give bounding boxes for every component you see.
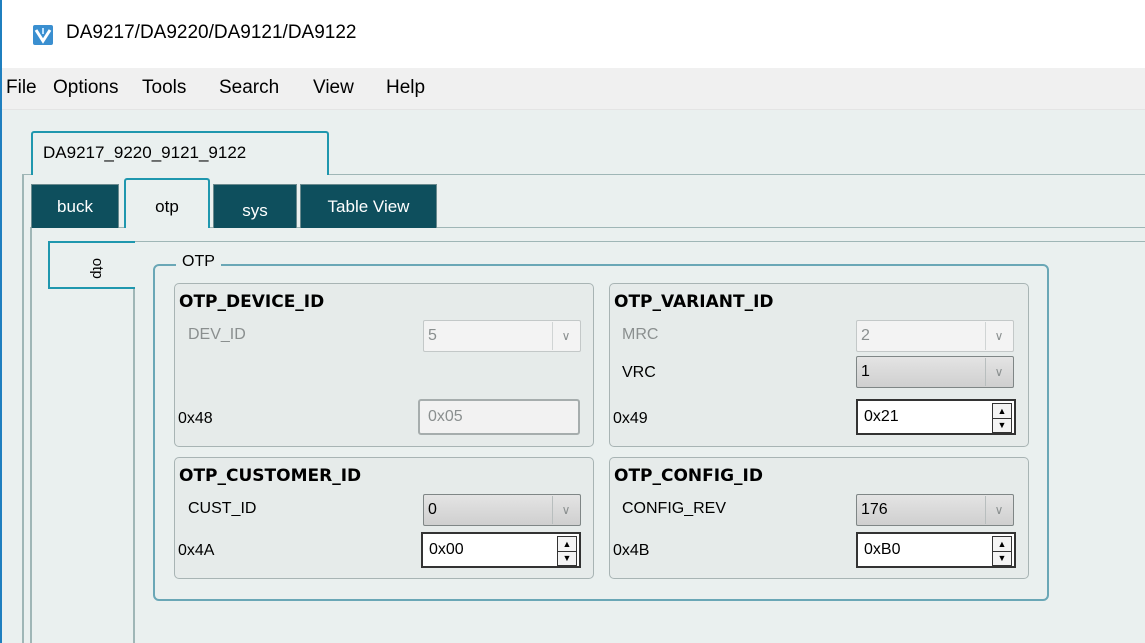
cust-id-value: 0 [428,501,437,518]
side-tab-otp[interactable]: otp [48,241,135,289]
customer-id-title: OTP_CUSTOMER_ID [179,466,362,486]
app-logo-icon [32,24,54,46]
tab-sys[interactable]: sys [213,184,297,228]
chevron-down-icon: ∨ [552,496,579,524]
device-id-hex-field: 0x05 [418,399,580,435]
variant-id-address: 0x49 [613,410,648,427]
menu-view[interactable]: View [313,77,354,99]
config-id-hex-value: 0xB0 [864,541,901,558]
spinner-buttons: ▲ ▼ [992,403,1012,433]
config-id-hex-spinner[interactable]: 0xB0 ▲ ▼ [856,532,1016,568]
config-rev-combo[interactable]: 176 ∨ [856,494,1014,526]
customer-id-hex-value: 0x00 [429,541,464,558]
variant-id-title: OTP_VARIANT_ID [614,292,774,312]
spin-up-icon[interactable]: ▲ [993,537,1011,552]
dev-id-label: DEV_ID [188,326,246,343]
config-rev-label: CONFIG_REV [622,500,727,517]
cust-id-combo[interactable]: 0 ∨ [423,494,581,526]
dev-id-combo[interactable]: 5 ∨ [423,320,581,352]
menu-options[interactable]: Options [53,77,118,99]
config-id-title: OTP_CONFIG_ID [614,466,763,486]
side-panel-divider [133,289,135,643]
spinner-buttons: ▲ ▼ [557,536,577,566]
variant-id-hex-value: 0x21 [864,408,899,425]
cust-id-label: CUST_ID [188,500,257,517]
device-id-address: 0x48 [178,410,213,427]
vrc-combo[interactable]: 1 ∨ [856,356,1014,388]
spinner-buttons: ▲ ▼ [992,536,1012,566]
mrc-label: MRC [622,326,659,343]
menu-bar: File Options Tools Search View Help [2,68,1145,110]
customer-id-hex-spinner[interactable]: 0x00 ▲ ▼ [421,532,581,568]
menu-tools[interactable]: Tools [142,77,186,99]
chevron-down-icon: ∨ [985,496,1012,524]
dev-id-value: 5 [428,327,437,344]
menu-search[interactable]: Search [219,77,279,99]
mrc-combo[interactable]: 2 ∨ [856,320,1014,352]
spin-down-icon[interactable]: ▼ [558,551,576,565]
chevron-down-icon: ∨ [985,322,1012,350]
tab-buck[interactable]: buck [31,184,119,228]
side-tab-label: otp [89,258,106,279]
spin-up-icon[interactable]: ▲ [558,537,576,552]
customer-id-address: 0x4A [178,542,215,559]
spin-down-icon[interactable]: ▼ [993,551,1011,565]
menu-help[interactable]: Help [386,77,425,99]
spin-up-icon[interactable]: ▲ [993,404,1011,419]
otp-group-title: OTP [176,253,221,271]
mrc-value: 2 [861,327,870,344]
side-panel-border [133,241,1145,242]
menu-file[interactable]: File [6,77,37,99]
vrc-label: VRC [622,364,656,381]
spin-down-icon[interactable]: ▼ [993,418,1011,432]
device-id-title: OTP_DEVICE_ID [179,292,325,312]
tab-device[interactable]: DA9217_9220_9121_9122 [31,131,329,175]
config-rev-value: 176 [861,501,888,518]
config-id-address: 0x4B [613,542,650,559]
window-title: DA9217/DA9220/DA9121/DA9122 [66,22,357,43]
variant-id-hex-spinner[interactable]: 0x21 ▲ ▼ [856,399,1016,435]
chevron-down-icon: ∨ [552,322,579,350]
tab-table-view[interactable]: Table View [300,184,437,228]
vrc-value: 1 [861,363,870,380]
tab-otp[interactable]: otp [124,178,210,228]
chevron-down-icon: ∨ [985,358,1012,386]
